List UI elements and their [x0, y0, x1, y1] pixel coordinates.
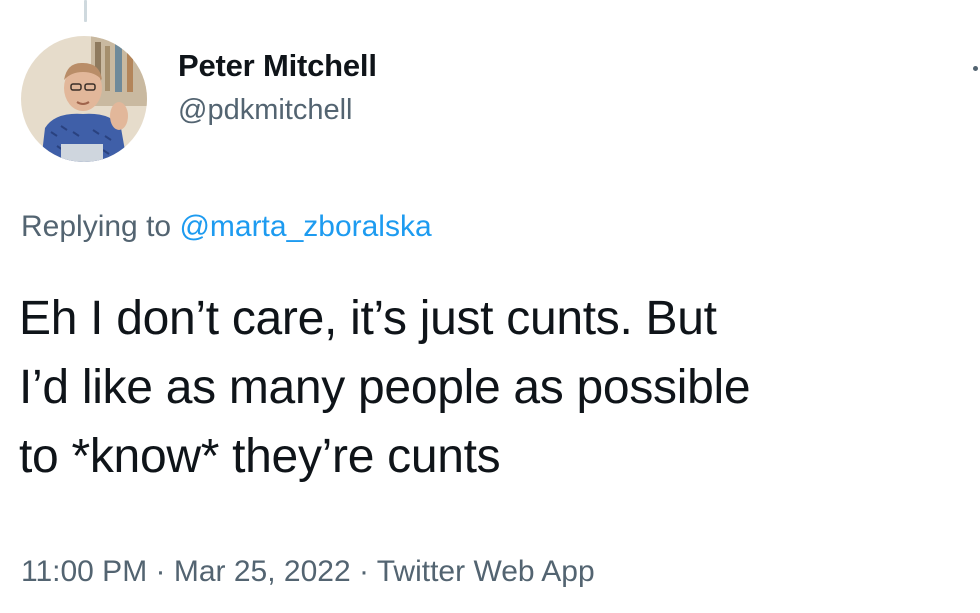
tweet-text: Eh I don’t care, it’s just cunts. But I’… [19, 284, 969, 491]
author-handle[interactable]: @pdkmitchell [178, 90, 377, 130]
tweet-text-line: to *know* they’re cunts [19, 430, 501, 483]
thread-connector-line [84, 0, 87, 22]
replying-to-line: Replying to @marta_zboralska [21, 207, 432, 247]
tweet-time[interactable]: 11:00 PM [21, 555, 147, 588]
tweet-text-line: I’d like as many people as possible [19, 361, 751, 414]
replying-to-label: Replying to [21, 210, 180, 243]
more-options-button[interactable] [956, 56, 980, 80]
avatar-photo-icon [21, 36, 147, 162]
avatar[interactable] [21, 36, 147, 162]
author-display-name[interactable]: Peter Mitchell [178, 46, 377, 86]
more-dot-icon [973, 66, 978, 71]
reply-mention-link[interactable]: @marta_zboralska [179, 210, 431, 243]
author-block: Peter Mitchell @pdkmitchell [178, 46, 377, 130]
meta-separator: · [147, 555, 174, 588]
tweet-text-line: Eh I don’t care, it’s just cunts. But [19, 292, 717, 345]
tweet-source: Twitter Web App [376, 555, 595, 588]
tweet-metadata: 11:00 PM · Mar 25, 2022 · Twitter Web Ap… [21, 552, 595, 592]
meta-separator: · [350, 555, 377, 588]
tweet-date[interactable]: Mar 25, 2022 [174, 555, 351, 588]
